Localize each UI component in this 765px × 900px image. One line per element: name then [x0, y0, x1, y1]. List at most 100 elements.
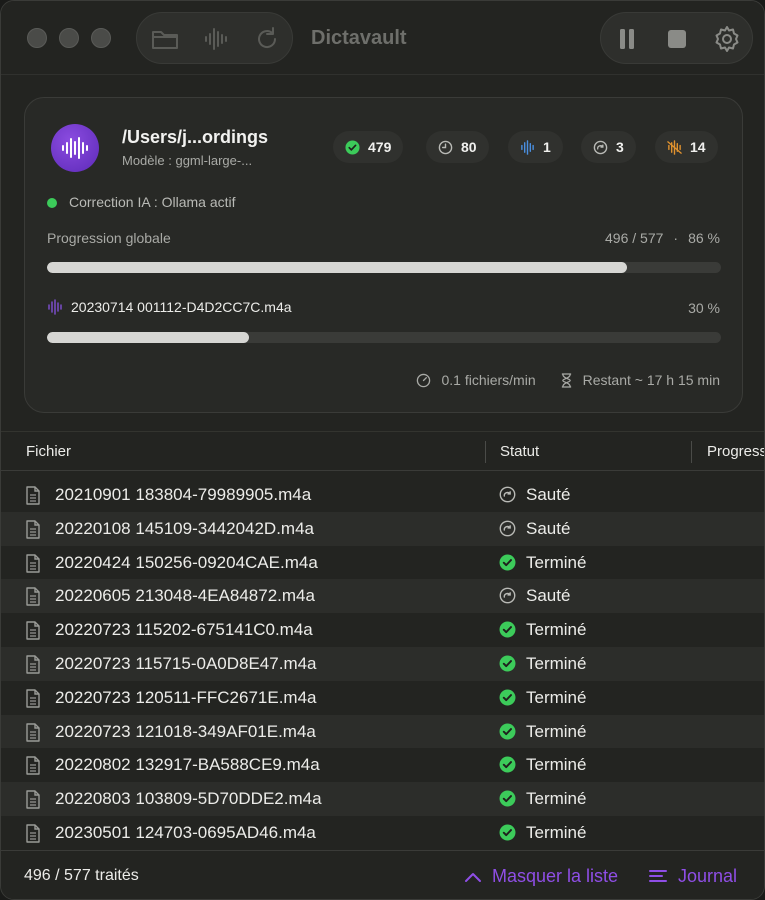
stat-in-progress-count: 1 [543, 139, 551, 155]
column-divider[interactable] [691, 441, 692, 463]
skip-icon [499, 587, 516, 609]
skip-icon [593, 140, 608, 154]
hide-list-label: Masquer la liste [492, 866, 619, 886]
clock-icon [438, 140, 453, 154]
column-header-progress[interactable]: Progress [707, 443, 764, 460]
document-icon [25, 790, 41, 814]
table-row[interactable]: 20220108 145109-3442042D.m4a Sauté [1, 511, 764, 546]
status-text: Terminé [526, 620, 587, 640]
file-name: 20220723 115202-675141C0.m4a [55, 620, 313, 640]
error-waveform-icon [667, 139, 682, 155]
stat-done-count: 479 [368, 139, 392, 155]
current-file-progress-bar [47, 332, 721, 343]
global-progress-percent: 86 % [688, 230, 720, 246]
column-divider[interactable] [485, 441, 486, 463]
title-bar: Dictavault [1, 1, 764, 75]
document-icon [25, 553, 41, 578]
zoom-window-button[interactable] [91, 28, 111, 48]
settings-button[interactable] [705, 13, 749, 65]
status-text: Sauté [526, 518, 571, 538]
app-logo [51, 124, 99, 172]
folder-path: /Users/j...ordings [122, 127, 269, 147]
global-progress-count: 496 / 577 [605, 230, 664, 246]
app-window: Dictavault /Users/j...ordings Modèle : g… [0, 0, 765, 900]
check-circle-icon [499, 621, 516, 643]
document-icon [25, 587, 41, 611]
journal-button[interactable]: Journal [648, 866, 737, 887]
document-icon [25, 655, 41, 679]
file-name: 20220723 115715-0A0D8E47.m4a [55, 653, 317, 673]
stop-button[interactable] [655, 13, 699, 65]
global-progress-bar [47, 262, 721, 273]
stat-done: 479 [333, 131, 404, 163]
check-circle-icon [499, 824, 516, 846]
ai-status-indicator [47, 198, 57, 208]
transcribe-button[interactable] [194, 13, 238, 65]
stat-errors-count: 14 [690, 139, 706, 155]
file-name: 20210901 183804-79989905.m4a [55, 485, 312, 504]
stat-pending: 80 [426, 131, 489, 163]
file-name: 20220108 145109-3442042D.m4a [55, 518, 315, 538]
table-row[interactable]: 20210901 183804-79989905.m4a Sauté [1, 478, 764, 512]
rate-text: 0.1 fichiers/min [441, 372, 536, 388]
file-name: 20220424 150256-09204CAE.m4a [55, 552, 318, 572]
stat-pending-count: 80 [461, 139, 477, 155]
open-folder-button[interactable] [143, 13, 187, 65]
column-header-file[interactable]: Fichier [26, 443, 71, 460]
stat-skipped: 3 [581, 131, 636, 163]
table-row[interactable]: 20220723 120511-FFC2671E.m4a Terminé [1, 681, 764, 715]
status-text: Terminé [526, 653, 587, 673]
file-name: 20230501 124703-0695AD46.m4a [55, 822, 316, 842]
check-circle-icon [499, 655, 516, 677]
table-row[interactable]: 20220723 115202-675141C0.m4a Terminé [1, 613, 764, 647]
waveform-icon [521, 139, 534, 155]
status-text: Terminé [526, 552, 587, 572]
close-window-button[interactable] [27, 28, 47, 48]
document-icon [25, 722, 41, 747]
document-icon [25, 621, 41, 645]
waveform-icon [205, 28, 227, 50]
app-title: Dictavault [311, 27, 407, 49]
status-text: Terminé [526, 755, 587, 775]
document-icon [25, 824, 41, 848]
table-row[interactable]: 20220803 103809-5D70DDE2.m4a Terminé [1, 782, 764, 816]
waveform-icon [48, 299, 62, 315]
document-icon [25, 520, 41, 544]
check-circle-icon [499, 790, 516, 812]
check-circle-icon [499, 723, 516, 745]
remaining-text: Restant ~ 17 h 15 min [582, 372, 720, 388]
speedometer-icon [417, 373, 431, 387]
minimize-window-button[interactable] [59, 28, 79, 48]
stat-skipped-count: 3 [616, 139, 624, 155]
document-icon [25, 689, 41, 713]
table-row[interactable]: 20220605 213048-4EA84872.m4a Sauté [1, 579, 764, 614]
check-circle-icon [499, 554, 516, 576]
footer-bar: 496 / 577 traités Masquer la liste Journ… [1, 850, 764, 899]
column-header-status[interactable]: Statut [500, 443, 539, 460]
model-name: Modèle : ggml-large-... [122, 153, 253, 168]
hide-list-button[interactable]: Masquer la liste [464, 866, 618, 887]
current-file-percent: 30 % [688, 300, 720, 316]
status-text: Terminé [526, 721, 587, 741]
current-file-progress-fill [47, 332, 250, 343]
table-row[interactable]: 20220723 115715-0A0D8E47.m4a Terminé [1, 646, 764, 681]
global-progress-fill [47, 262, 627, 273]
global-progress-values: 496 / 577 · 86 % [605, 230, 720, 246]
file-name: 20220605 213048-4EA84872.m4a [55, 586, 315, 606]
refresh-button[interactable] [245, 13, 289, 65]
table-row[interactable]: 20230501 124703-0695AD46.m4a Terminé [1, 816, 764, 850]
ai-status-text: Correction IA : Ollama actif [69, 194, 236, 210]
table-row[interactable]: 20220723 121018-349AF01E.m4a Terminé [1, 714, 764, 749]
check-circle-icon [499, 756, 516, 778]
table-row[interactable]: 20220802 132917-BA588CE9.m4a Terminé [1, 748, 764, 782]
folder-icon [152, 31, 178, 49]
gear-icon [715, 26, 739, 52]
table-row[interactable]: 20220424 150256-09204CAE.m4a Terminé [1, 546, 764, 580]
pause-button[interactable] [605, 13, 649, 65]
table-header: Fichier Statut Progress [1, 431, 764, 471]
hourglass-icon [561, 372, 571, 388]
toolbar-left-group [136, 12, 293, 64]
separator-dot: · [673, 230, 679, 246]
skip-icon [499, 486, 516, 508]
status-text: Terminé [526, 789, 587, 809]
